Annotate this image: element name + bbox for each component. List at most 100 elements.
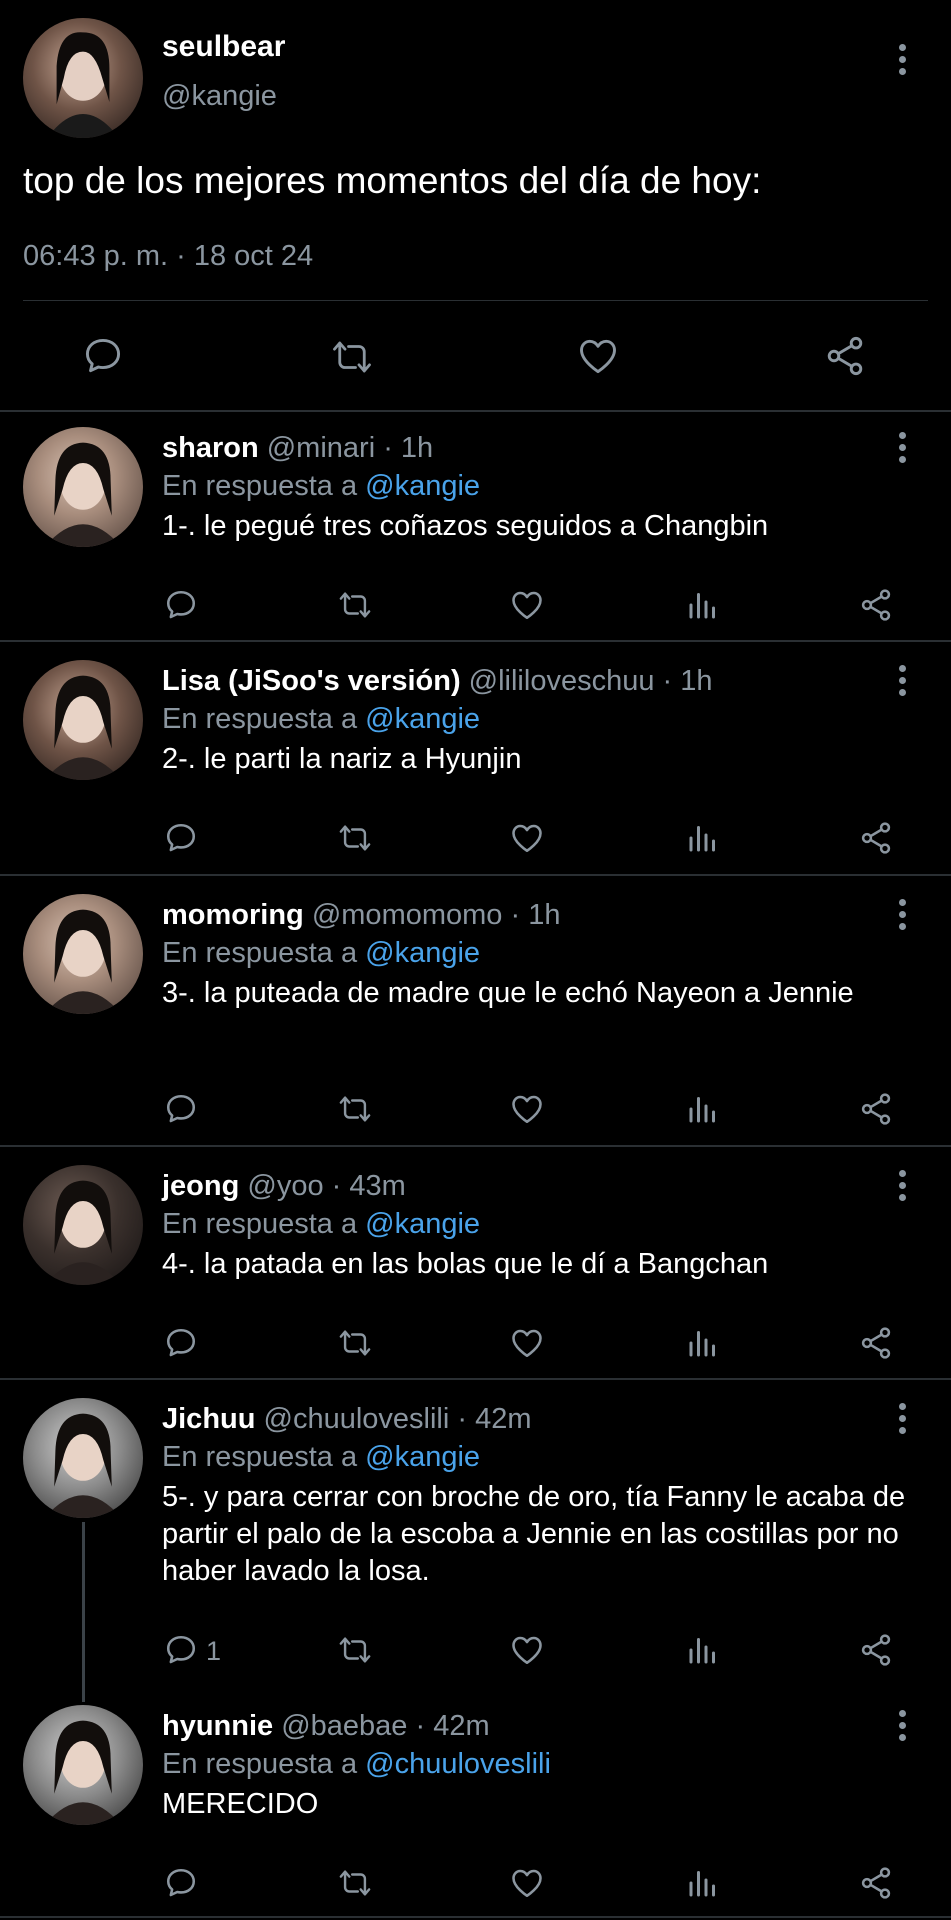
mention-link[interactable]: @kangie: [365, 1441, 480, 1473]
like-icon[interactable]: [508, 587, 546, 623]
comment-icon[interactable]: [162, 820, 200, 856]
more-options-icon[interactable]: [897, 44, 907, 78]
comment-count: 1: [206, 1636, 222, 1666]
stats-icon[interactable]: [685, 587, 721, 623]
mention-link[interactable]: @kangie: [365, 470, 480, 502]
share-icon[interactable]: [857, 1632, 895, 1668]
share-icon[interactable]: [822, 334, 868, 378]
share-icon[interactable]: [857, 1091, 895, 1127]
reply-header: jeong @yoo · 43m: [162, 1170, 406, 1203]
author-handle-time[interactable]: @lililoveschuu · 1h: [461, 665, 713, 697]
reply-prefix: En respuesta a: [162, 1441, 366, 1473]
share-icon[interactable]: [857, 820, 895, 856]
mention-link[interactable]: @kangie: [365, 937, 480, 969]
more-options-icon[interactable]: [897, 1710, 907, 1744]
avatar[interactable]: [23, 1398, 143, 1518]
divider: [0, 874, 951, 876]
like-icon[interactable]: [508, 1325, 546, 1361]
like-icon[interactable]: [508, 1091, 546, 1127]
like-icon[interactable]: [508, 820, 546, 856]
avatar[interactable]: [23, 660, 143, 780]
divider: [0, 1145, 951, 1147]
more-options-icon[interactable]: [897, 899, 907, 933]
mention-link[interactable]: @kangie: [365, 703, 480, 735]
reply-text: 2-. le parti la nariz a Hyunjin: [162, 743, 522, 775]
divider: [0, 640, 951, 642]
author-name[interactable]: Lisa (JiSoo's versión): [162, 665, 461, 697]
avatar[interactable]: [23, 894, 143, 1014]
comment-icon[interactable]: [162, 587, 200, 623]
author-name[interactable]: Jichuu: [162, 1403, 255, 1435]
reply-header: Jichuu @chuuloveslili · 42m: [162, 1403, 532, 1436]
stats-icon[interactable]: [685, 820, 721, 856]
author-handle[interactable]: @kangie: [162, 80, 277, 113]
retweet-icon[interactable]: [335, 1633, 375, 1667]
more-options-icon[interactable]: [897, 1170, 907, 1204]
retweet-icon[interactable]: [335, 1092, 375, 1126]
reply-context: En respuesta a @kangie: [162, 703, 480, 736]
avatar[interactable]: [23, 1705, 143, 1825]
reply-prefix: En respuesta a: [162, 1748, 366, 1780]
reply-prefix: En respuesta a: [162, 703, 366, 735]
reply-prefix: En respuesta a: [162, 937, 366, 969]
retweet-icon[interactable]: [335, 1866, 375, 1900]
author-handle-time[interactable]: @minari · 1h: [259, 432, 433, 464]
reply-text: MERECIDO: [162, 1788, 319, 1820]
author-handle-time[interactable]: @baebae · 42m: [273, 1710, 489, 1742]
tweet-timestamp: 06:43 p. m. · 18 oct 24: [23, 240, 314, 272]
author-name[interactable]: seulbear: [162, 30, 285, 64]
author-handle-time[interactable]: @chuuloveslili · 42m: [255, 1403, 532, 1435]
share-icon[interactable]: [857, 1865, 895, 1901]
tweet-text: top de los mejores momentos del día de h…: [23, 160, 762, 201]
avatar[interactable]: [23, 18, 143, 138]
divider: [23, 300, 928, 301]
like-icon[interactable]: [508, 1632, 546, 1668]
reply-header: sharon @minari · 1h: [162, 432, 433, 465]
comment-icon[interactable]: [162, 1325, 200, 1361]
reply-header: Lisa (JiSoo's versión) @lililoveschuu · …: [162, 665, 713, 698]
comment-icon[interactable]: [162, 1091, 200, 1127]
more-options-icon[interactable]: [897, 432, 907, 466]
reply-prefix: En respuesta a: [162, 1208, 366, 1240]
reply-header: momoring @momomomo · 1h: [162, 899, 560, 932]
author-handle-time[interactable]: @yoo · 43m: [239, 1170, 405, 1202]
share-icon[interactable]: [857, 1325, 895, 1361]
reply-context: En respuesta a @kangie: [162, 1208, 480, 1241]
share-icon[interactable]: [857, 587, 895, 623]
like-icon[interactable]: [575, 334, 621, 378]
mention-link[interactable]: @kangie: [365, 1208, 480, 1240]
reply-text: 5-. y para cerrar con broche de oro, tía…: [162, 1481, 906, 1587]
author-name[interactable]: jeong: [162, 1170, 239, 1202]
avatar[interactable]: [23, 1165, 143, 1285]
reply-text: 3-. la puteada de madre que le echó Naye…: [162, 977, 854, 1009]
stats-icon[interactable]: [685, 1325, 721, 1361]
retweet-icon[interactable]: [335, 1326, 375, 1360]
reply-prefix: En respuesta a: [162, 470, 366, 502]
divider: [0, 1916, 951, 1918]
author-name[interactable]: hyunnie: [162, 1710, 273, 1742]
retweet-icon[interactable]: [328, 336, 376, 378]
reply-text: 1-. le pegué tres coñazos seguidos a Cha…: [162, 510, 769, 542]
author-handle-time[interactable]: @momomomo · 1h: [304, 899, 561, 931]
author-name[interactable]: momoring: [162, 899, 304, 931]
thread-connector: [82, 1522, 85, 1702]
stats-icon[interactable]: [685, 1865, 721, 1901]
reply-header: hyunnie @baebae · 42m: [162, 1710, 490, 1743]
mention-link[interactable]: @chuuloveslili: [365, 1748, 551, 1780]
retweet-icon[interactable]: [335, 821, 375, 855]
stats-icon[interactable]: [685, 1632, 721, 1668]
comment-icon[interactable]: [162, 1865, 200, 1901]
reply-context: En respuesta a @kangie: [162, 470, 480, 503]
reply-text: 4-. la patada en las bolas que le dí a B…: [162, 1248, 769, 1280]
avatar[interactable]: [23, 427, 143, 547]
reply-context: En respuesta a @chuuloveslili: [162, 1748, 551, 1781]
more-options-icon[interactable]: [897, 665, 907, 699]
retweet-icon[interactable]: [335, 588, 375, 622]
divider: [0, 410, 951, 412]
like-icon[interactable]: [508, 1865, 546, 1901]
author-name[interactable]: sharon: [162, 432, 259, 464]
comment-icon[interactable]: [162, 1632, 200, 1668]
more-options-icon[interactable]: [897, 1403, 907, 1437]
comment-icon[interactable]: [80, 334, 126, 378]
stats-icon[interactable]: [685, 1091, 721, 1127]
